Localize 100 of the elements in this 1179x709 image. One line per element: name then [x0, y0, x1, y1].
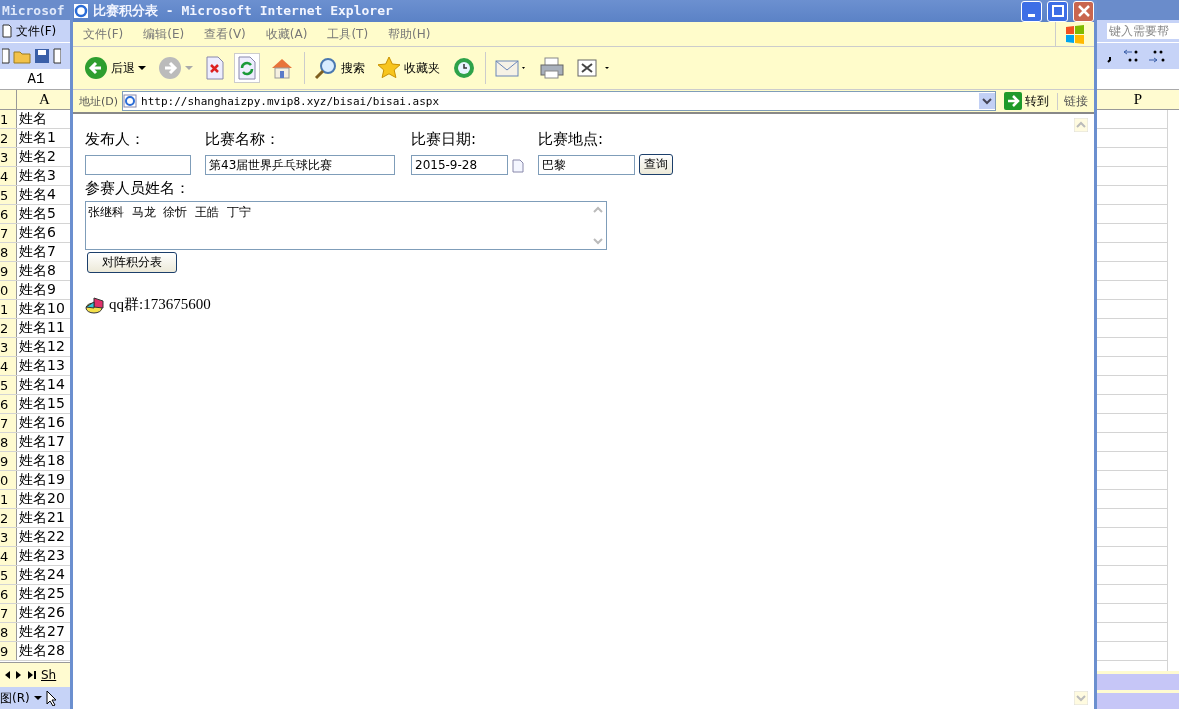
score-table-button[interactable]: 对阵积分表	[87, 252, 177, 273]
document-icon	[2, 24, 12, 38]
table-cell-text: 姓名12	[18, 338, 66, 356]
table-cell-text: 姓名2	[18, 148, 57, 166]
table-cell-text: 姓名19	[18, 471, 66, 489]
table-cell-text: 姓名16	[18, 414, 66, 432]
menu-item[interactable]: 查看(V)	[204, 25, 246, 43]
table-cell-text: 姓名13	[18, 357, 66, 375]
address-field[interactable]: http://shanghaizpy.mvip8.xyz/bisai/bisai.aspx	[122, 91, 996, 111]
pie-chart-icon	[85, 295, 105, 314]
row-number: 6	[0, 205, 17, 223]
row-number: 2	[0, 319, 17, 337]
table-cell-text: 姓名15	[18, 395, 66, 413]
back-button[interactable]: 后退	[81, 53, 149, 83]
row-number: 5	[0, 376, 17, 394]
row-number: 7	[0, 224, 17, 242]
maximize-icon	[1051, 5, 1064, 17]
table-cell-text: 姓名25	[18, 585, 66, 603]
menu-item[interactable]: 文件(F)	[83, 25, 124, 43]
window-title: Microsof	[0, 0, 72, 20]
caret-icon	[138, 65, 146, 71]
row-number: 1	[0, 300, 17, 318]
row-number: 4	[0, 547, 17, 565]
cursor-icon	[45, 690, 56, 706]
row-number: 3	[0, 528, 17, 546]
row-number: 2	[0, 129, 17, 147]
date-field[interactable]: 2015-9-28	[411, 155, 508, 175]
row-number: 9	[0, 452, 17, 470]
go-button[interactable]: 转到	[1000, 92, 1053, 110]
row-number: 5	[0, 566, 17, 584]
search-button[interactable]: 搜索	[311, 53, 368, 83]
column-header: A	[38, 90, 51, 109]
minimize-icon	[1028, 13, 1035, 17]
table-cell-text: 姓名10	[18, 300, 66, 318]
row-number: 8	[0, 433, 17, 451]
edit-icon	[577, 56, 611, 80]
row-number: 8	[0, 243, 17, 261]
printer-icon	[539, 56, 565, 80]
close-button[interactable]	[1073, 0, 1094, 22]
help-search-field[interactable]: 键入需要帮	[1107, 23, 1179, 39]
field-label: 参赛人员姓名：	[85, 179, 191, 198]
row-number: 7	[0, 604, 17, 622]
last-sheet-icon[interactable]	[27, 670, 37, 680]
document-icon[interactable]	[2, 48, 10, 64]
table-cell-text: 姓名22	[18, 528, 66, 546]
table-cell-text: 姓名21	[18, 509, 66, 527]
caret-icon	[185, 65, 193, 71]
table-cell-text: 姓名6	[18, 224, 57, 242]
refresh-icon	[237, 56, 257, 80]
dropdown-icon[interactable]	[979, 93, 995, 109]
field-label: 比赛名称：	[205, 130, 281, 149]
favorites-button[interactable]: 收藏夹	[374, 53, 443, 83]
refresh-button[interactable]	[234, 53, 260, 83]
menu-item[interactable]: 编辑(E)	[143, 25, 185, 43]
calendar-icon[interactable]	[512, 159, 524, 173]
row-number: 3	[0, 148, 17, 166]
table-cell-text: 姓名8	[18, 262, 57, 280]
row-number: 4	[0, 167, 17, 185]
row-number: 0	[0, 281, 17, 299]
table-cell-text: 姓名28	[18, 642, 66, 660]
row-number: 6	[0, 585, 17, 603]
maximize-button[interactable]	[1047, 0, 1068, 22]
links-button[interactable]: 链接	[1057, 92, 1094, 110]
table-cell-text: 姓名18	[18, 452, 66, 470]
table-cell-text: 姓名9	[18, 281, 57, 299]
next-sheet-icon[interactable]	[15, 670, 23, 680]
first-sheet-icon[interactable]	[3, 670, 11, 680]
window-title: 比赛积分表 - Microsoft Internet Explorer	[93, 2, 393, 20]
query-button[interactable]: 查询	[639, 154, 673, 175]
row-number: 8	[0, 623, 17, 641]
column-header: P	[1132, 90, 1144, 109]
menu-item[interactable]: 帮助(H)	[388, 25, 431, 43]
minimize-button[interactable]	[1021, 0, 1042, 22]
document-icon[interactable]	[53, 48, 61, 64]
table-cell-text: 姓名7	[18, 243, 57, 261]
text-field[interactable]: 巴黎	[538, 155, 635, 175]
arrow-icon	[1004, 92, 1022, 110]
qq-group-text: qq群:173675600	[109, 295, 211, 314]
table-cell-text: 姓名	[18, 110, 48, 128]
text-field[interactable]	[85, 155, 191, 175]
table-cell-text: 姓名14	[18, 376, 66, 394]
row-number: 4	[0, 357, 17, 375]
row-number: 5	[0, 186, 17, 204]
row-number: 9	[0, 642, 17, 660]
menu-item[interactable]: 工具(T)	[327, 25, 369, 43]
sheet-tab[interactable]: Sh	[41, 668, 57, 682]
row-number: 1	[0, 490, 17, 508]
address-label: 地址(D)	[79, 93, 119, 109]
row-number: 0	[0, 471, 17, 489]
star-icon	[377, 56, 401, 80]
page-icon	[123, 94, 138, 108]
menu-item[interactable]: 收藏(A)	[265, 25, 308, 43]
text-field[interactable]: 第43届世界乒乓球比赛	[205, 155, 395, 175]
table-cell-text: 姓名11	[18, 319, 66, 337]
field-label: 比赛地点:	[538, 130, 605, 149]
row-number: 2	[0, 509, 17, 527]
browser-icon	[73, 3, 89, 19]
row-number: 3	[0, 338, 17, 356]
history-icon	[452, 56, 476, 80]
search-icon	[314, 56, 338, 80]
